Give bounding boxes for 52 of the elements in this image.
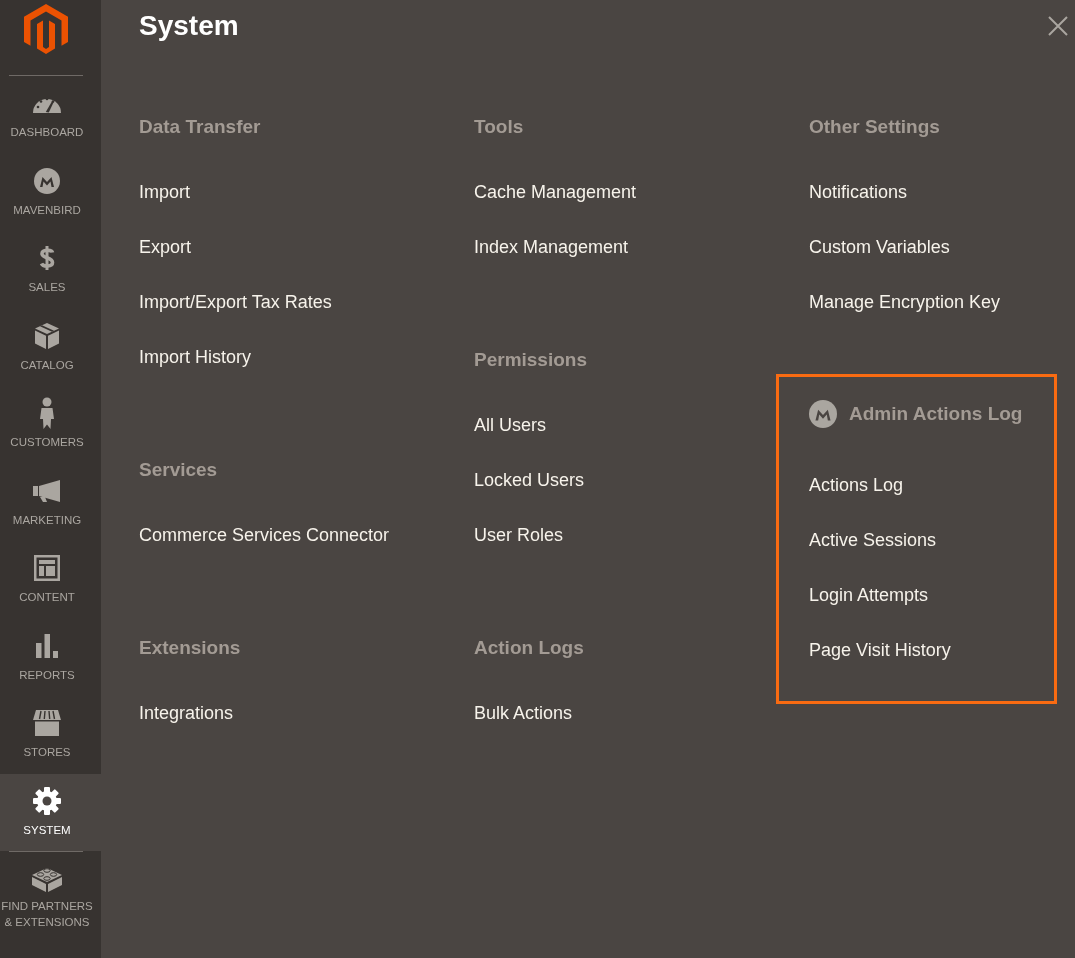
person-icon [39,397,55,429]
menu-link[interactable]: Commerce Services Connector [139,523,390,547]
menu-link[interactable]: Page Visit History [809,638,951,662]
menu-link[interactable]: Import [139,180,190,204]
menu-link[interactable]: Login Attempts [809,583,929,607]
m-badge-icon [809,400,837,428]
close-button[interactable] [1048,16,1068,36]
close-icon [1048,16,1068,36]
menu-link[interactable]: Custom Variables [809,235,950,259]
box-icon [35,322,59,349]
menu-link[interactable]: Integrations [139,701,234,725]
menu-link[interactable]: All Users [474,413,546,437]
menu-link[interactable]: User Roles [474,523,564,547]
layout-icon [34,555,60,581]
sidebar-item[interactable]: STORES [0,696,101,774]
hexagon-logo-icon[interactable] [24,4,68,54]
menu-link[interactable]: Export [139,235,192,259]
sidebar-item[interactable]: FIND PARTNERS & EXTENSIONS [0,852,101,930]
storefront-icon [33,710,61,736]
section-heading: Services [139,458,218,482]
sidebar-item[interactable]: REPORTS [0,618,101,696]
sidebar-item[interactable]: DASHBOARD [0,76,101,154]
section-heading: Action Logs [474,636,584,660]
section-heading: Admin Actions Log [849,402,1023,426]
m-badge-icon [34,167,60,194]
section-heading: Extensions [139,636,241,660]
menu-link[interactable]: Locked Users [474,468,585,492]
sidebar-item[interactable]: MARKETING [0,463,101,541]
menu-link[interactable]: Cache Management [474,180,637,204]
menu-link[interactable]: Import/Export Tax Rates [139,290,332,314]
menu-link[interactable]: Bulk Actions [474,701,573,725]
section-heading: Permissions [474,348,587,372]
menu-link[interactable]: Notifications [809,180,908,204]
bar-chart-icon [36,633,58,658]
sidebar-item[interactable]: SALES [0,231,101,309]
menu-link[interactable]: Import History [139,345,252,369]
menu-link[interactable]: Manage Encryption Key [809,290,1001,314]
sidebar-item[interactable]: CUSTOMERS [0,386,101,464]
sidebar-item[interactable]: SYSTEM [0,773,101,851]
section-heading: Other Settings [809,115,940,139]
panel-title: System [139,9,239,43]
section-heading: Tools [474,115,524,139]
menu-link[interactable]: Active Sessions [809,528,937,552]
sidebar-item[interactable]: MAVENBIRD [0,153,101,231]
menu-link[interactable]: Actions Log [809,473,904,497]
gear-icon [33,786,61,815]
menu-link[interactable]: Index Management [474,235,629,259]
sidebar-item[interactable]: CATALOG [0,308,101,386]
megaphone-icon [33,479,61,502]
sidebar-item[interactable]: CONTENT [0,541,101,619]
dollar-icon [39,245,55,271]
section-heading: Data Transfer [139,115,261,139]
